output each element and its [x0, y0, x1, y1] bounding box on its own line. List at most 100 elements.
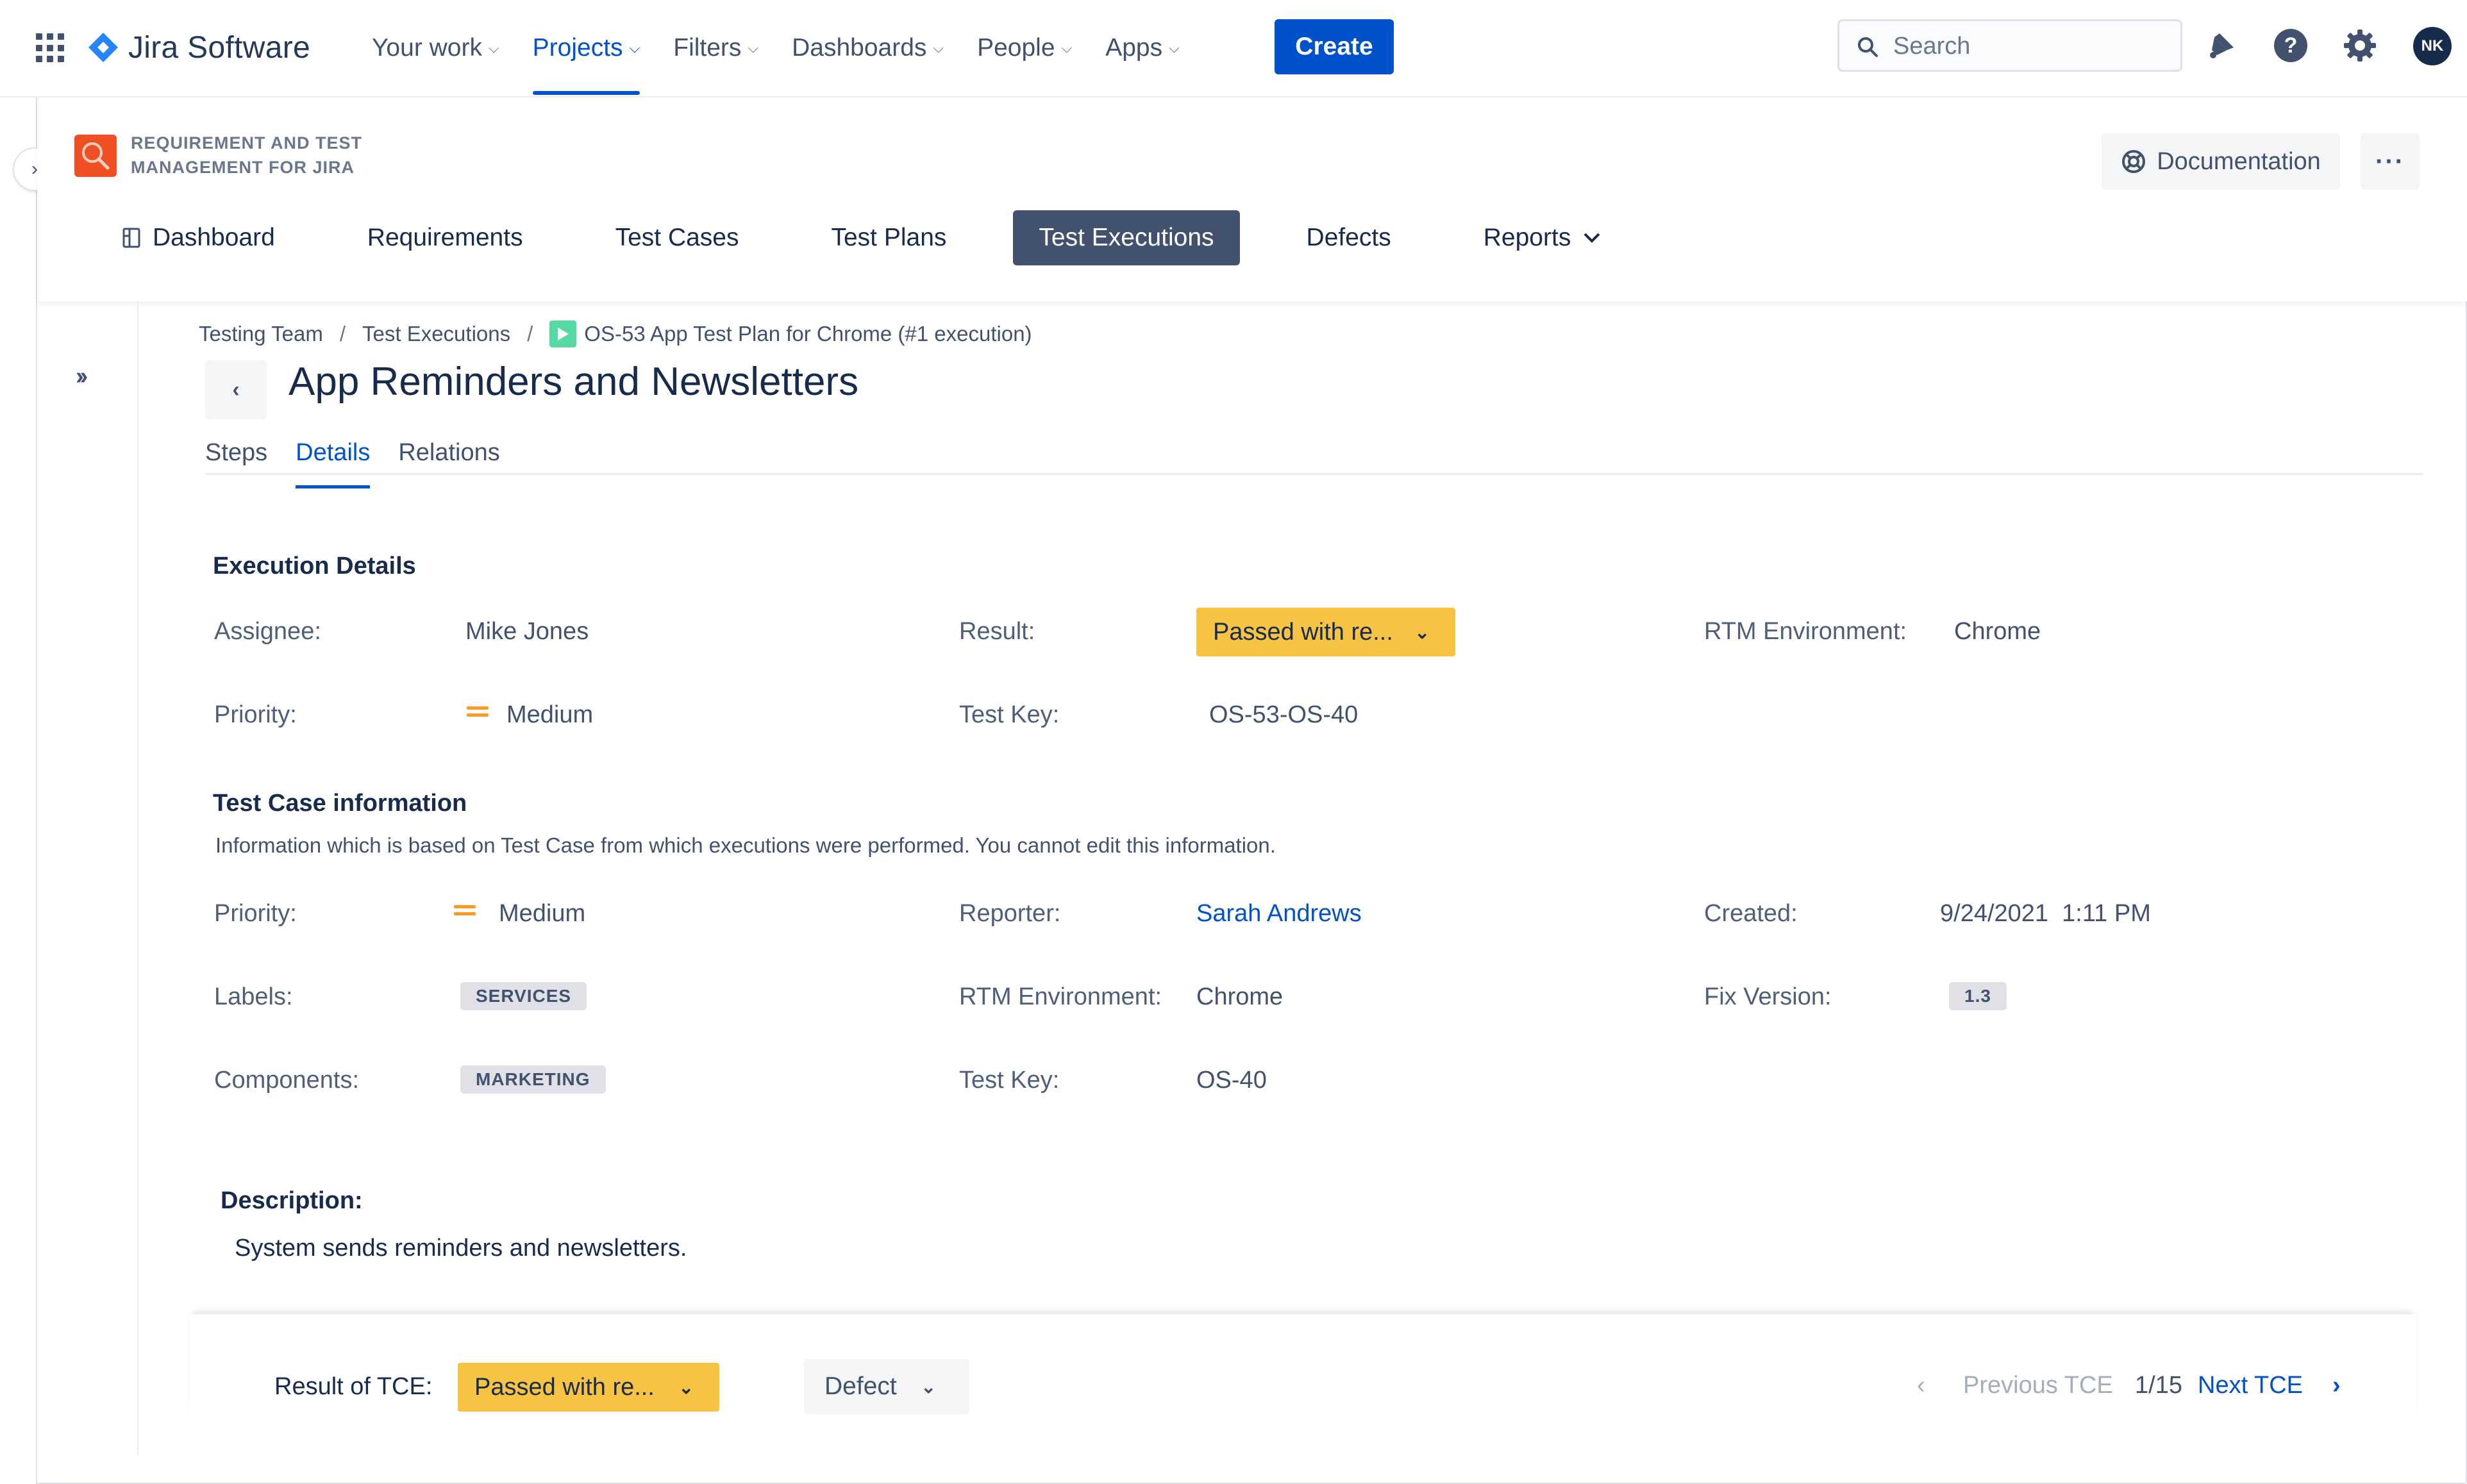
tab-defects[interactable]: Defects [1281, 210, 1417, 265]
tab-reports-label: Reports [1483, 224, 1571, 251]
chevron-down-icon: ⌵ [629, 40, 640, 56]
tab-test-plans[interactable]: Test Plans [805, 210, 972, 265]
app-header [37, 97, 2467, 301]
execution-details-title: Execution Details [213, 553, 416, 579]
next-tce-button[interactable]: Next TCE [2198, 1372, 2303, 1399]
result-dropdown[interactable]: Passed with re... ⌄ [1196, 608, 1455, 656]
breadcrumb-separator: / [339, 322, 346, 346]
documentation-label: Documentation [2157, 147, 2321, 175]
tab-reports[interactable]: Reports [1458, 210, 1628, 265]
assignee-value[interactable]: Mike Jones [465, 618, 589, 646]
create-button[interactable]: Create [1275, 19, 1394, 74]
chevron-down-icon: ⌄ [678, 1377, 694, 1397]
chevron-down-icon: ⌄ [1414, 622, 1430, 642]
tc-test-key-label: Test Key: [959, 1067, 1060, 1094]
help-icon[interactable]: ? [2272, 27, 2309, 64]
result-label: Result: [959, 618, 1035, 645]
nav-apps[interactable]: Apps ⌵ [1105, 24, 1180, 72]
rtm-environment-value[interactable]: Chrome [1954, 618, 2041, 646]
chevron-right-icon[interactable]: › [2332, 1372, 2341, 1399]
breadcrumb-testing-team[interactable]: Testing Team [199, 322, 323, 346]
defect-label: Defect [824, 1372, 897, 1400]
chevron-left-icon[interactable]: ‹ [1917, 1372, 1925, 1399]
app-name-line2: MANAGEMENT FOR JIRA [131, 158, 355, 177]
rtm-app-logo [74, 135, 117, 177]
breadcrumb-separator: / [527, 322, 533, 346]
more-actions-button[interactable]: ··· [2361, 133, 2420, 190]
chevron-down-icon: ⌄ [921, 1376, 936, 1397]
subtab-details[interactable]: Details [296, 433, 371, 488]
breadcrumb-test-executions[interactable]: Test Executions [362, 322, 510, 346]
subtab-relations[interactable]: Relations [398, 433, 499, 472]
nav-projects[interactable]: Projects ⌵ [532, 24, 640, 95]
nav-dashboards-label: Dashboards [792, 34, 927, 62]
nav-apps-label: Apps [1105, 34, 1163, 62]
nav-people-label: People [977, 34, 1055, 62]
nav-your-work-label: Your work [372, 34, 482, 62]
tce-result-value: Passed with re... [474, 1373, 655, 1401]
notifications-icon[interactable] [2203, 27, 2240, 64]
tab-dashboard-label: Dashboard [153, 224, 275, 251]
tc-test-key-value[interactable]: OS-40 [1196, 1067, 1267, 1094]
priority-value[interactable]: Medium [506, 701, 593, 729]
back-button[interactable]: ‹ [205, 360, 267, 419]
priority-medium-icon [454, 901, 476, 919]
jira-diamond-icon [88, 33, 118, 62]
nav-your-work[interactable]: Your work ⌵ [372, 24, 499, 72]
tab-test-cases[interactable]: Test Cases [590, 210, 765, 265]
page-title: App Reminders and Newsletters [289, 360, 859, 404]
tce-page-indicator: 1/15 [2135, 1372, 2182, 1399]
magnifier-icon [82, 142, 110, 170]
assignee-label: Assignee: [214, 618, 321, 645]
result-of-tce-label: Result of TCE: [274, 1373, 433, 1400]
subtab-steps[interactable]: Steps [205, 433, 267, 472]
search-icon [1858, 37, 1878, 57]
test-case-info-help: Information which is based on Test Case … [215, 833, 1276, 857]
tab-requirements[interactable]: Requirements [342, 210, 549, 265]
tab-test-executions[interactable]: Test Executions [1013, 210, 1240, 265]
documentation-button[interactable]: Documentation [2102, 133, 2340, 190]
breadcrumb-current[interactable]: OS-53 App Test Plan for Chrome (#1 execu… [584, 322, 1032, 346]
user-avatar[interactable]: NK [2413, 27, 2452, 65]
rtm-environment-label: RTM Environment: [1704, 618, 1907, 645]
nav-dashboards[interactable]: Dashboards ⌵ [792, 24, 944, 72]
search-input[interactable]: Search [1837, 19, 2182, 72]
reporter-link[interactable]: Sarah Andrews [1196, 900, 1362, 928]
defect-button[interactable]: Defect ⌄ [804, 1359, 969, 1414]
tce-result-dropdown[interactable]: Passed with re... ⌄ [458, 1363, 719, 1412]
breadcrumb: Testing Team / Test Executions / OS-53 A… [199, 321, 1032, 347]
app-switcher-icon[interactable] [36, 33, 65, 63]
created-label: Created: [1704, 900, 1798, 927]
app-name-line1: REQUIREMENT AND TEST [131, 133, 363, 153]
test-key-value: OS-53-OS-40 [1209, 701, 1359, 728]
fix-version-tag[interactable]: 1.3 [1949, 982, 2007, 1010]
top-navigation: Jira Software Your work ⌵ Projects ⌵ Filte… [0, 0, 2467, 97]
chevron-down-icon: ⌵ [748, 40, 759, 56]
sidebar-rail [0, 97, 37, 1484]
chevron-left-icon: ‹ [232, 377, 240, 402]
dashboard-icon [122, 228, 140, 248]
nav-filters[interactable]: Filters ⌵ [673, 24, 758, 72]
component-tag[interactable]: MARKETING [460, 1065, 606, 1094]
tc-rtm-environment-value: Chrome [1196, 983, 1284, 1010]
tab-dashboard[interactable]: Dashboard [96, 210, 301, 265]
lifebuoy-icon [2122, 150, 2146, 173]
jira-logo[interactable]: Jira Software [87, 28, 310, 67]
tc-priority-value: Medium [499, 900, 586, 927]
detail-subtabs: Steps Details Relations [205, 433, 528, 488]
chevron-down-icon [1584, 233, 1600, 243]
app-tabs: Dashboard Requirements Test Cases Test P… [96, 210, 1668, 265]
label-tag[interactable]: SERVICES [460, 982, 587, 1010]
product-name: Jira Software [128, 30, 311, 65]
test-key-label: Test Key: [959, 701, 1060, 728]
settings-gear-icon[interactable] [2341, 27, 2379, 64]
nav-people[interactable]: People ⌵ [977, 24, 1072, 72]
nav-projects-label: Projects [532, 34, 623, 62]
nav-filters-label: Filters [673, 34, 742, 62]
chevron-down-icon: ⌵ [933, 40, 944, 56]
previous-tce-button[interactable]: Previous TCE [1963, 1372, 2113, 1399]
double-chevron-right-icon[interactable]: ›› [76, 363, 88, 390]
reporter-label: Reporter: [959, 900, 1061, 927]
chevron-down-icon: ⌵ [1169, 40, 1180, 56]
svg-text:?: ? [2284, 33, 2298, 58]
